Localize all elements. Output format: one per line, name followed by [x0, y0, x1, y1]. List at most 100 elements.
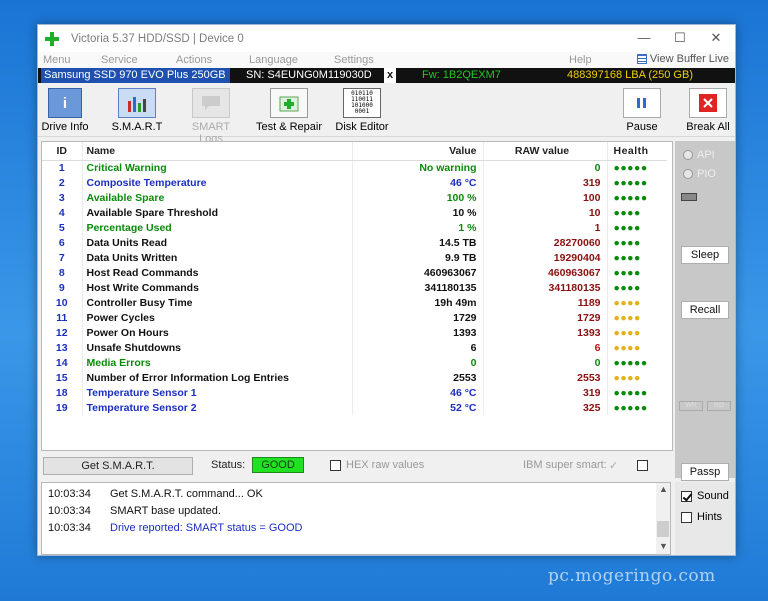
passp-button[interactable]: Passp	[681, 463, 729, 481]
smart-row-raw: 100	[482, 190, 607, 205]
menu-item-help[interactable]: Help	[569, 54, 592, 66]
smart-row[interactable]: 19 Temperature Sensor 2 52 °C 325 ●●●●●	[42, 400, 667, 415]
header-value: Value	[351, 142, 483, 161]
hex-raw-checkbox[interactable]	[330, 460, 341, 471]
get-smart-button[interactable]: Get S.M.A.R.T.	[43, 457, 193, 475]
smart-label: S.M.A.R.T	[111, 121, 163, 133]
test-repair-button[interactable]: Test & Repair	[255, 88, 323, 133]
menu-item-actions[interactable]: Actions	[176, 54, 212, 66]
smart-chart-icon	[118, 88, 156, 118]
api-radio[interactable]: API	[683, 149, 715, 161]
recall-button[interactable]: Recall	[681, 301, 729, 319]
first-aid-icon	[270, 88, 308, 118]
drive-close-button[interactable]: x	[384, 68, 396, 83]
smart-row[interactable]: 4 Available Spare Threshold 10 % 10 ●●●●	[42, 205, 667, 220]
ibm-super-smart-checkbox[interactable]	[637, 460, 648, 471]
sleep-button[interactable]: Sleep	[681, 246, 729, 264]
hints-option[interactable]: Hints	[681, 511, 722, 523]
smart-row-health: ●●●●●	[606, 400, 667, 415]
menu-item-menu[interactable]: Menu	[43, 54, 71, 66]
menu-item-settings[interactable]: Settings	[334, 54, 374, 66]
smart-row-health: ●●●●●	[606, 160, 667, 175]
smart-row-id: 12	[55, 326, 68, 339]
header-id: ID	[42, 142, 82, 161]
hex-raw-label: HEX raw values	[346, 459, 425, 471]
smart-row-id: 10	[55, 296, 68, 309]
smart-row-id: 1	[58, 161, 65, 174]
smart-row[interactable]: 3 Available Spare 100 % 100 ●●●●●	[42, 190, 667, 205]
smart-row-id: 4	[58, 206, 65, 219]
smart-row-health: ●●●●	[606, 235, 667, 250]
log-time: 10:03:34	[48, 522, 91, 534]
sound-option[interactable]: Sound	[681, 490, 729, 502]
disk-editor-label: Disk Editor	[335, 121, 389, 133]
drive-info-button[interactable]: i Drive Info	[40, 88, 90, 133]
smart-row-name: Temperature Sensor 2	[81, 400, 352, 415]
smart-row-name: Host Write Commands	[81, 280, 352, 295]
smart-row-value: 0	[351, 355, 483, 370]
info-icon: i	[48, 88, 82, 118]
smart-row[interactable]: 6 Data Units Read 14.5 TB 28270060 ●●●●	[42, 235, 667, 250]
smart-row-value: 19h 49m	[351, 295, 483, 310]
pio-radio[interactable]: PIO	[683, 168, 716, 180]
victoria-plus-icon	[45, 31, 59, 46]
smart-row-value: 1729	[351, 310, 483, 325]
view-buffer-live-button[interactable]: View Buffer Live	[636, 53, 729, 65]
menu-item-language[interactable]: Language	[249, 54, 298, 66]
sound-checkbox[interactable]	[681, 490, 692, 502]
smart-row-name: Data Units Written	[81, 250, 352, 265]
smart-row-raw: 1	[482, 220, 607, 235]
smart-row[interactable]: 13 Unsafe Shutdowns 6 6 ●●●●	[42, 340, 667, 355]
smart-row[interactable]: 7 Data Units Written 9.9 TB 19290404 ●●●●	[42, 250, 667, 265]
maximize-button[interactable]: ☐	[662, 25, 698, 52]
smart-row-id: 11	[56, 311, 68, 324]
smart-row-id: 13	[55, 341, 68, 354]
disk-editor-button[interactable]: 010110 110011 101000 0001 Disk Editor	[334, 88, 390, 133]
smart-row[interactable]: 12 Power On Hours 1393 1393 ●●●●	[42, 325, 667, 340]
smart-row[interactable]: 11 Power Cycles 1729 1729 ●●●●	[42, 310, 667, 325]
smart-row-health: ●●●●●	[606, 175, 667, 190]
smart-logs-button[interactable]: SMART Logs	[180, 88, 242, 145]
menu-item-service[interactable]: Service	[101, 54, 138, 66]
smart-row-name: Controller Busy Time	[81, 295, 352, 310]
wr-indicator: WR	[679, 401, 703, 411]
smart-row[interactable]: 2 Composite Temperature 46 °C 319 ●●●●●	[42, 175, 667, 190]
minimize-button[interactable]: —	[626, 25, 662, 52]
smart-row[interactable]: 15 Number of Error Information Log Entrie…	[42, 370, 667, 385]
smart-row[interactable]: 5 Percentage Used 1 % 1 ●●●●	[42, 220, 667, 235]
break-all-button[interactable]: Break All	[684, 88, 732, 133]
smart-row-raw: 319	[482, 175, 607, 190]
smart-row-name: Number of Error Information Log Entries	[81, 370, 352, 385]
smart-row-id: 3	[58, 191, 65, 204]
scroll-down-icon[interactable]: ▼	[659, 541, 668, 551]
smart-row[interactable]: 14 Media Errors 0 0 ●●●●●	[42, 355, 667, 370]
smart-row-name: Composite Temperature	[81, 175, 352, 190]
pause-button[interactable]: Pause	[621, 88, 663, 133]
hints-checkbox[interactable]	[681, 511, 692, 523]
smart-row[interactable]: 18 Temperature Sensor 1 46 °C 319 ●●●●●	[42, 385, 667, 400]
smart-row-value: 100 %	[351, 190, 483, 205]
smart-row[interactable]: 10 Controller Busy Time 19h 49m 1189 ●●●●	[42, 295, 667, 310]
smart-row-value: 1393	[351, 325, 483, 340]
smart-button[interactable]: S.M.A.R.T	[108, 88, 166, 133]
smart-row-health: ●●●●	[606, 280, 667, 295]
smart-row[interactable]: 9 Host Write Commands 341180135 341180135 ●●…	[42, 280, 667, 295]
log-entry: 10:03:34 SMART base updated.	[48, 505, 221, 521]
smart-row-raw: 19290404	[482, 250, 607, 265]
smart-row-health: ●●●●	[606, 370, 667, 385]
smart-row-name: Power Cycles	[81, 310, 352, 325]
smart-row-value: 46 °C	[351, 385, 483, 400]
smart-row-health: ●●●●	[606, 295, 667, 310]
scroll-thumb[interactable]	[657, 521, 669, 537]
smart-row[interactable]: 8 Host Read Commands 460963067 460963067 ●●●…	[42, 265, 667, 280]
smart-row-id: 18	[55, 386, 68, 399]
binary-icon: 010110 110011 101000 0001	[343, 88, 381, 118]
smart-row-health: ●●●●	[606, 250, 667, 265]
scroll-up-icon[interactable]: ▲	[659, 484, 668, 494]
log-scrollbar[interactable]: ▲ ▼	[656, 483, 670, 554]
drive-model[interactable]: Samsung SSD 970 EVO Plus 250GB	[41, 68, 230, 83]
close-button[interactable]: ✕	[698, 25, 734, 52]
watermark: pc.mogeringo.com	[548, 566, 716, 586]
smart-row[interactable]: 1 Critical Warning No warning 0 ●●●●●	[42, 160, 667, 175]
log-entry: 10:03:34 Drive reported: SMART status = G…	[48, 522, 302, 538]
